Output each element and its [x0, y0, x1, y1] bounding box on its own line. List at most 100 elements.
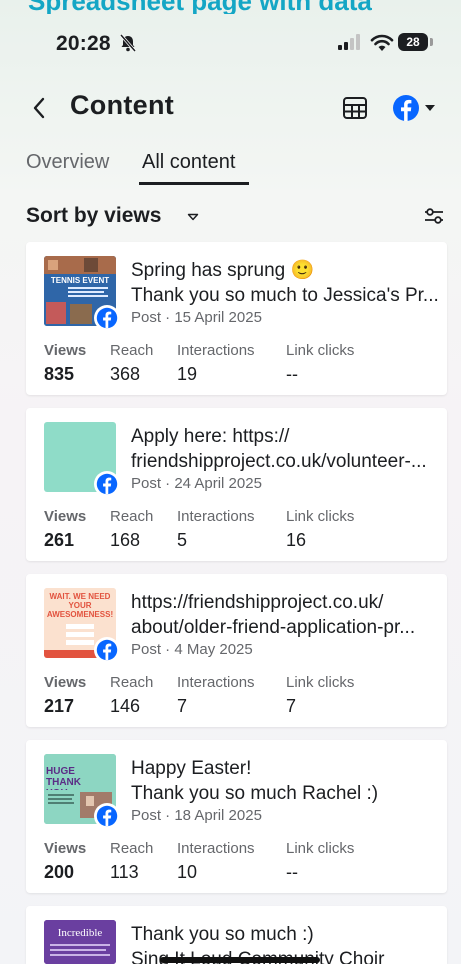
post-card[interactable]: Incredible Thank you so much :) Sing It … [26, 906, 447, 964]
metric-link-clicks: Link clicks -- [286, 840, 354, 884]
metric-value: 7 [286, 696, 297, 716]
metric-value: -- [286, 364, 298, 384]
thumb-title: Incredible [58, 927, 103, 939]
metric-views: Views 217 [44, 674, 86, 718]
metric-reach: Reach 113 [110, 840, 153, 884]
metric-label: Link clicks [286, 674, 355, 691]
post-meta: Post · 18 April 2025 [131, 807, 262, 824]
post-line-2: about/older-friend-application-pr... [131, 617, 416, 638]
metric-value: 16 [286, 530, 307, 550]
post-card[interactable]: Apply here: https:// friendshipproject.c… [26, 408, 447, 561]
facebook-badge [94, 803, 120, 829]
post-line-1: Thank you so much :) [131, 924, 314, 945]
facebook-icon [96, 639, 118, 661]
metric-link-clicks: Link clicks 16 [286, 508, 354, 552]
post-card[interactable]: HUGE THANK YOU Happy Easter! Thank you s… [26, 740, 447, 893]
post-meta: Post · 15 April 2025 [131, 309, 262, 326]
post-card[interactable]: TENNIS EVENT Spring has sprung 🙂 Thank y… [26, 242, 447, 395]
post-text: https://friendshipproject.co.uk/ about/o… [131, 590, 441, 659]
post-line-2: Thank you so much Rachel :) [131, 783, 379, 804]
post-text: Happy Easter! Thank you so much Rachel :… [131, 756, 441, 825]
metric-value: 168 [110, 530, 141, 550]
tab-overview[interactable]: Overview [26, 151, 109, 174]
metric-label: Views [44, 840, 87, 857]
metric-value: 261 [44, 530, 75, 550]
status-time: 20:28 [56, 32, 111, 55]
post-line-2: friendshipproject.co.uk/volunteer-... [131, 451, 427, 472]
post-metrics: Views 261 Reach 168 Interactions 5 Link … [44, 508, 444, 552]
facebook-badge [94, 305, 120, 331]
metric-value: 19 [177, 364, 198, 384]
metric-link-clicks: Link clicks 7 [286, 674, 354, 718]
post-meta: Post · 4 May 2025 [131, 641, 253, 658]
filter-sliders-icon[interactable] [423, 206, 445, 226]
top-cut-label: Spreadsheet page with data [28, 0, 372, 14]
facebook-icon [96, 307, 118, 329]
metric-views: Views 200 [44, 840, 86, 884]
battery-nub [430, 38, 433, 46]
metric-reach: Reach 168 [110, 508, 153, 552]
facebook-icon [96, 805, 118, 827]
metric-reach: Reach 368 [110, 342, 153, 386]
signal-icon [338, 34, 360, 50]
facebook-icon [96, 473, 118, 495]
post-text: Spring has sprung 🙂 Thank you so much to… [131, 258, 441, 327]
facebook-badge [94, 471, 120, 497]
metric-label: Reach [110, 342, 154, 359]
post-text: Apply here: https:// friendshipproject.c… [131, 424, 441, 493]
facebook-badge [94, 637, 120, 663]
thumb-title: HUGE THANK YOU [46, 766, 81, 790]
active-tab-indicator [139, 182, 249, 185]
post-line-1: https://friendshipproject.co.uk/ [131, 592, 384, 613]
metric-label: Interactions [177, 674, 255, 691]
metric-views: Views 261 [44, 508, 86, 552]
metric-value: 7 [177, 696, 188, 716]
post-line-2: Thank you so much to Jessica's Pr... [131, 285, 439, 306]
metric-value: 217 [44, 696, 75, 716]
metric-label: Views [44, 508, 87, 525]
metric-label: Link clicks [286, 840, 355, 857]
back-arrow-icon[interactable] [30, 94, 48, 122]
table-icon[interactable] [342, 96, 368, 120]
thumb-title: WAIT. WE NEED YOUR AWESOMENESS! [46, 592, 114, 619]
post-metrics: Views 835 Reach 368 Interactions 19 Link… [44, 342, 444, 386]
metric-label: Link clicks [286, 508, 355, 525]
metric-label: Interactions [177, 342, 255, 359]
tab-bar: Overview All content [0, 148, 461, 188]
metric-label: Interactions [177, 508, 255, 525]
sort-bar: Sort by views [0, 200, 461, 232]
metric-value: 113 [110, 862, 139, 882]
tab-all-content[interactable]: All content [142, 151, 235, 174]
metric-label: Views [44, 674, 87, 691]
post-card[interactable]: WAIT. WE NEED YOUR AWESOMENESS! https://… [26, 574, 447, 727]
metric-value: 146 [110, 696, 141, 716]
metric-value: 10 [177, 862, 198, 882]
post-line-1: Happy Easter! [131, 758, 252, 779]
post-metrics: Views 200 Reach 113 Interactions 10 Link… [44, 840, 444, 884]
metric-value: -- [286, 862, 298, 882]
metric-label: Reach [110, 508, 154, 525]
sort-dropdown[interactable]: Sort by views [26, 204, 161, 228]
metric-label: Reach [110, 840, 154, 857]
page-header: Content [0, 86, 461, 132]
top-cut-text: Spreadsheet page with data [0, 0, 461, 14]
metric-value: 368 [110, 364, 141, 384]
metric-value: 835 [44, 364, 75, 384]
metric-interactions: Interactions 10 [177, 840, 255, 884]
bell-muted-icon [119, 34, 137, 52]
sort-chevron-down-icon[interactable] [187, 213, 199, 221]
metric-value: 200 [44, 862, 75, 882]
metric-interactions: Interactions 5 [177, 508, 255, 552]
wifi-icon [370, 34, 394, 51]
post-line-1: Apply here: https:// [131, 426, 290, 447]
facebook-icon[interactable] [392, 94, 420, 122]
chevron-down-icon[interactable] [424, 104, 436, 112]
post-meta: Post · 24 April 2025 [131, 475, 262, 492]
battery-icon: 28 [398, 33, 428, 51]
incredible-image: Incredible [44, 920, 116, 964]
metric-label: Link clicks [286, 342, 355, 359]
thumb-title: TENNIS EVENT [51, 276, 109, 285]
home-indicator[interactable] [160, 957, 320, 963]
post-line-1: Spring has sprung 🙂 [131, 260, 315, 281]
metric-reach: Reach 146 [110, 674, 153, 718]
